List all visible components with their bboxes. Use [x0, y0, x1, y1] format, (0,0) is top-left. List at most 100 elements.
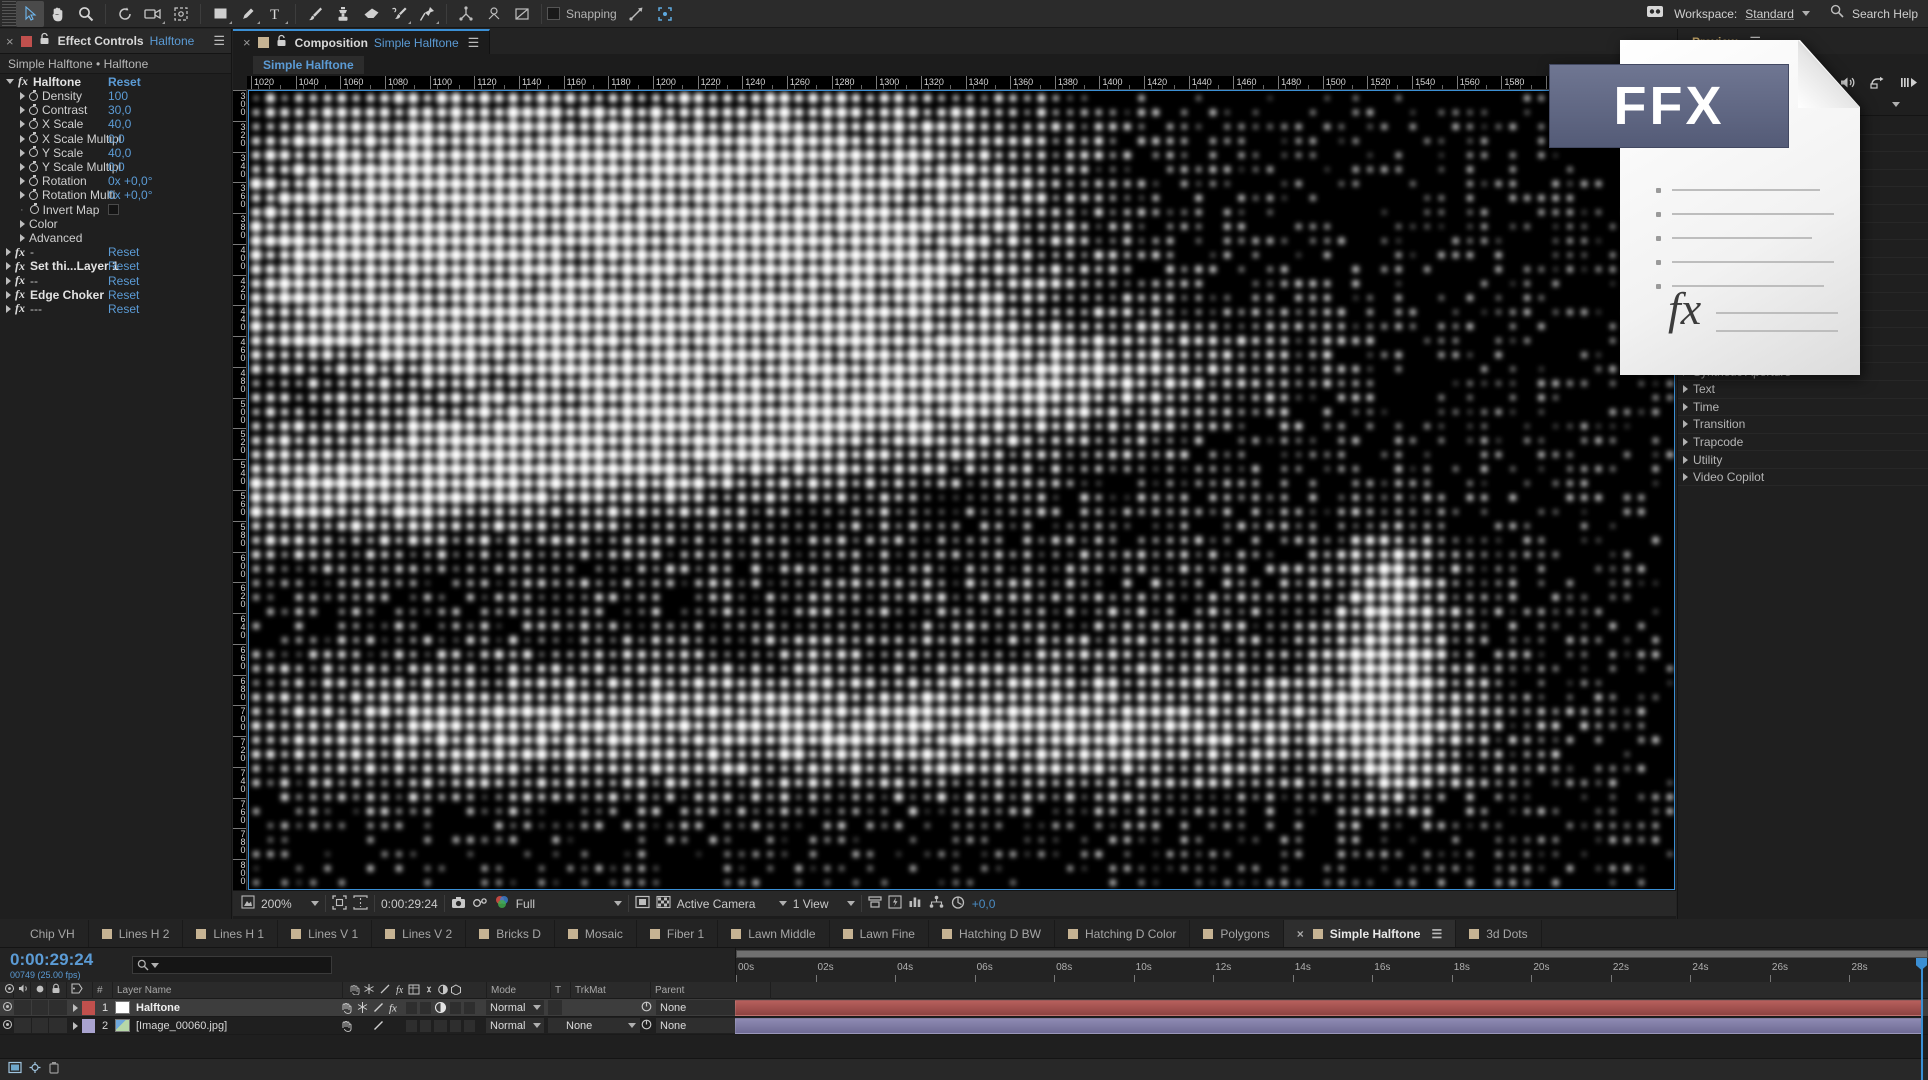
work-area-bar[interactable]	[736, 950, 1928, 958]
timeline-tab[interactable]: Lines H 2	[89, 920, 184, 947]
brush-tool-icon[interactable]	[301, 1, 329, 27]
param-row-y-scale-multiplier[interactable]: Y Scale Multipl 0,0	[0, 160, 231, 174]
reset-link[interactable]: Reset	[108, 75, 141, 89]
roto-brush-tool-icon[interactable]	[385, 1, 413, 27]
timeline-tab[interactable]: Hatching D BW	[929, 920, 1056, 947]
chevron-right-icon[interactable]	[6, 304, 11, 313]
param-row-contrast[interactable]: Contrast 30,0	[0, 103, 231, 117]
chevron-right-icon[interactable]	[20, 148, 25, 157]
stopwatch-icon[interactable]	[29, 146, 38, 158]
stopwatch-icon[interactable]	[29, 89, 38, 101]
timeline-tab[interactable]: Lawn Fine	[830, 920, 929, 947]
ffx-preset-drag-card[interactable]: fx FFX	[1549, 40, 1860, 375]
chevron-right-icon[interactable]	[20, 163, 25, 172]
region-preview-icon[interactable]	[635, 895, 650, 912]
reset-exposure-icon[interactable]	[950, 895, 966, 913]
chevron-right-icon[interactable]	[20, 106, 25, 115]
timeline-tab[interactable]: Chip VH	[0, 920, 89, 947]
param-row-invert-map[interactable]: · Invert Map	[0, 203, 231, 217]
layer-switches[interactable]: fx	[340, 1001, 486, 1014]
timeline-tab[interactable]: Lines V 1	[278, 920, 373, 947]
chevron-right-icon[interactable]	[1683, 402, 1688, 411]
current-time-indicator-head[interactable]	[1916, 958, 1927, 970]
param-row-y-scale[interactable]: Y Scale 40,0	[0, 146, 231, 160]
camera-view-value[interactable]: Active Camera	[677, 897, 773, 911]
stopwatch-icon[interactable]	[29, 103, 38, 115]
delete-icon[interactable]	[48, 1061, 60, 1079]
camera-chevron-down-icon[interactable]	[778, 901, 787, 906]
composition-viewer-canvas[interactable]	[248, 90, 1675, 890]
lock-toggle[interactable]	[49, 1000, 67, 1015]
effect-row-triple-dash[interactable]: fx --- Reset	[0, 301, 231, 316]
pen-tool-icon[interactable]	[234, 1, 262, 27]
zoom-chevron-down-icon[interactable]	[311, 901, 319, 906]
stopwatch-icon[interactable]	[29, 188, 38, 200]
layer-switches[interactable]	[340, 1019, 486, 1032]
invert-map-checkbox[interactable]	[108, 204, 119, 216]
project-settings-icon[interactable]	[28, 1061, 42, 1079]
timeline-time-ruler[interactable]: 00s 02s 04s 06s 08s 10s 12s 14s 16s 18s 20s 22s 24s 2…	[735, 948, 1928, 1080]
close-icon[interactable]: ×	[243, 35, 251, 50]
chevron-right-icon[interactable]	[20, 120, 25, 129]
reset-link[interactable]: Reset	[108, 302, 139, 316]
param-row-rotation[interactable]: Rotation 0x +0,0°	[0, 174, 231, 188]
effect-row-dash[interactable]: fx - Reset	[0, 245, 231, 259]
effect-header-halftone[interactable]: fx Halftone Reset	[0, 74, 231, 89]
hand-tool-icon[interactable]	[44, 1, 72, 27]
chevron-right-icon[interactable]	[6, 290, 11, 299]
effect-row-set-this-layer[interactable]: fx Set thi...Layer 1 Reset	[0, 259, 231, 273]
param-value[interactable]: 0x +0,0°	[108, 174, 153, 188]
solo-toggle[interactable]	[32, 1018, 48, 1033]
param-row-density[interactable]: Density 100	[0, 89, 231, 103]
effects-category-item[interactable]: Trapcode	[1678, 434, 1928, 452]
reset-link[interactable]: Reset	[108, 288, 139, 302]
search-icon[interactable]	[1830, 4, 1844, 23]
search-chevron-down-icon[interactable]	[151, 962, 159, 968]
panel-menu-icon[interactable]: ☰	[1431, 927, 1442, 941]
horizontal-ruler[interactable]: 1020 1040 1060 1080 1100 1120 1140 1160 1180 1200…	[247, 76, 1676, 90]
clone-stamp-tool-icon[interactable]	[329, 1, 357, 27]
ram-preview-icon[interactable]	[1900, 76, 1918, 94]
shape-tool-icon[interactable]	[206, 1, 234, 27]
chevron-down-icon[interactable]	[6, 79, 14, 84]
param-value[interactable]: 30,0	[108, 103, 131, 117]
effects-category-item[interactable]: Transition	[1678, 416, 1928, 434]
close-icon[interactable]: ×	[6, 34, 14, 49]
video-toggle-icon[interactable]	[0, 1019, 14, 1032]
timeline-tab[interactable]: × Simple Halftone ☰	[1283, 920, 1457, 947]
chevron-right-icon[interactable]	[6, 248, 11, 257]
resolution-chevron-down-icon[interactable]	[613, 901, 622, 906]
current-time-display[interactable]: 0:00:29:24	[381, 897, 438, 911]
layer-duration-bar[interactable]	[735, 1018, 1923, 1034]
stopwatch-icon[interactable]	[29, 117, 38, 129]
rotation-tool-icon[interactable]	[111, 1, 139, 27]
effects-category-item[interactable]: Video Copilot	[1678, 469, 1928, 487]
param-row-x-scale[interactable]: X Scale 40,0	[0, 117, 231, 131]
new-composition-icon[interactable]	[8, 1061, 22, 1079]
stopwatch-icon[interactable]	[29, 132, 38, 144]
text-tool-icon[interactable]: T	[262, 1, 290, 27]
param-row-x-scale-multiplier[interactable]: X Scale Multipl 0,0	[0, 132, 231, 146]
chevron-down-icon[interactable]	[533, 1005, 541, 1010]
layer-label-color[interactable]	[82, 1000, 95, 1015]
reset-link[interactable]: Reset	[108, 245, 139, 259]
parent-pickwhip-icon[interactable]	[640, 1018, 656, 1034]
param-group-advanced[interactable]: Advanced	[0, 231, 231, 245]
chevron-right-icon[interactable]	[1683, 473, 1688, 482]
timeline-tab[interactable]: Hatching D Color	[1055, 920, 1191, 947]
reset-link[interactable]: Reset	[108, 274, 139, 288]
exposure-value[interactable]: +0,0	[972, 897, 996, 911]
snapshot-icon[interactable]	[451, 896, 466, 912]
layer-duration-bar[interactable]	[735, 1000, 1923, 1016]
param-value[interactable]: 0,0	[108, 160, 125, 174]
lock-toggle[interactable]	[49, 1018, 67, 1033]
views-chevron-down-icon[interactable]	[846, 901, 855, 906]
selection-tool-icon[interactable]	[16, 0, 44, 27]
param-group-color[interactable]: Color	[0, 217, 231, 231]
show-snapshot-icon[interactable]	[472, 896, 488, 912]
chevron-down-icon[interactable]	[628, 1023, 636, 1028]
chevron-right-icon[interactable]	[1683, 420, 1688, 429]
timeline-chart-icon[interactable]	[908, 895, 923, 912]
close-icon[interactable]: ×	[1297, 927, 1304, 941]
pan-behind-tool-icon[interactable]	[167, 1, 195, 27]
